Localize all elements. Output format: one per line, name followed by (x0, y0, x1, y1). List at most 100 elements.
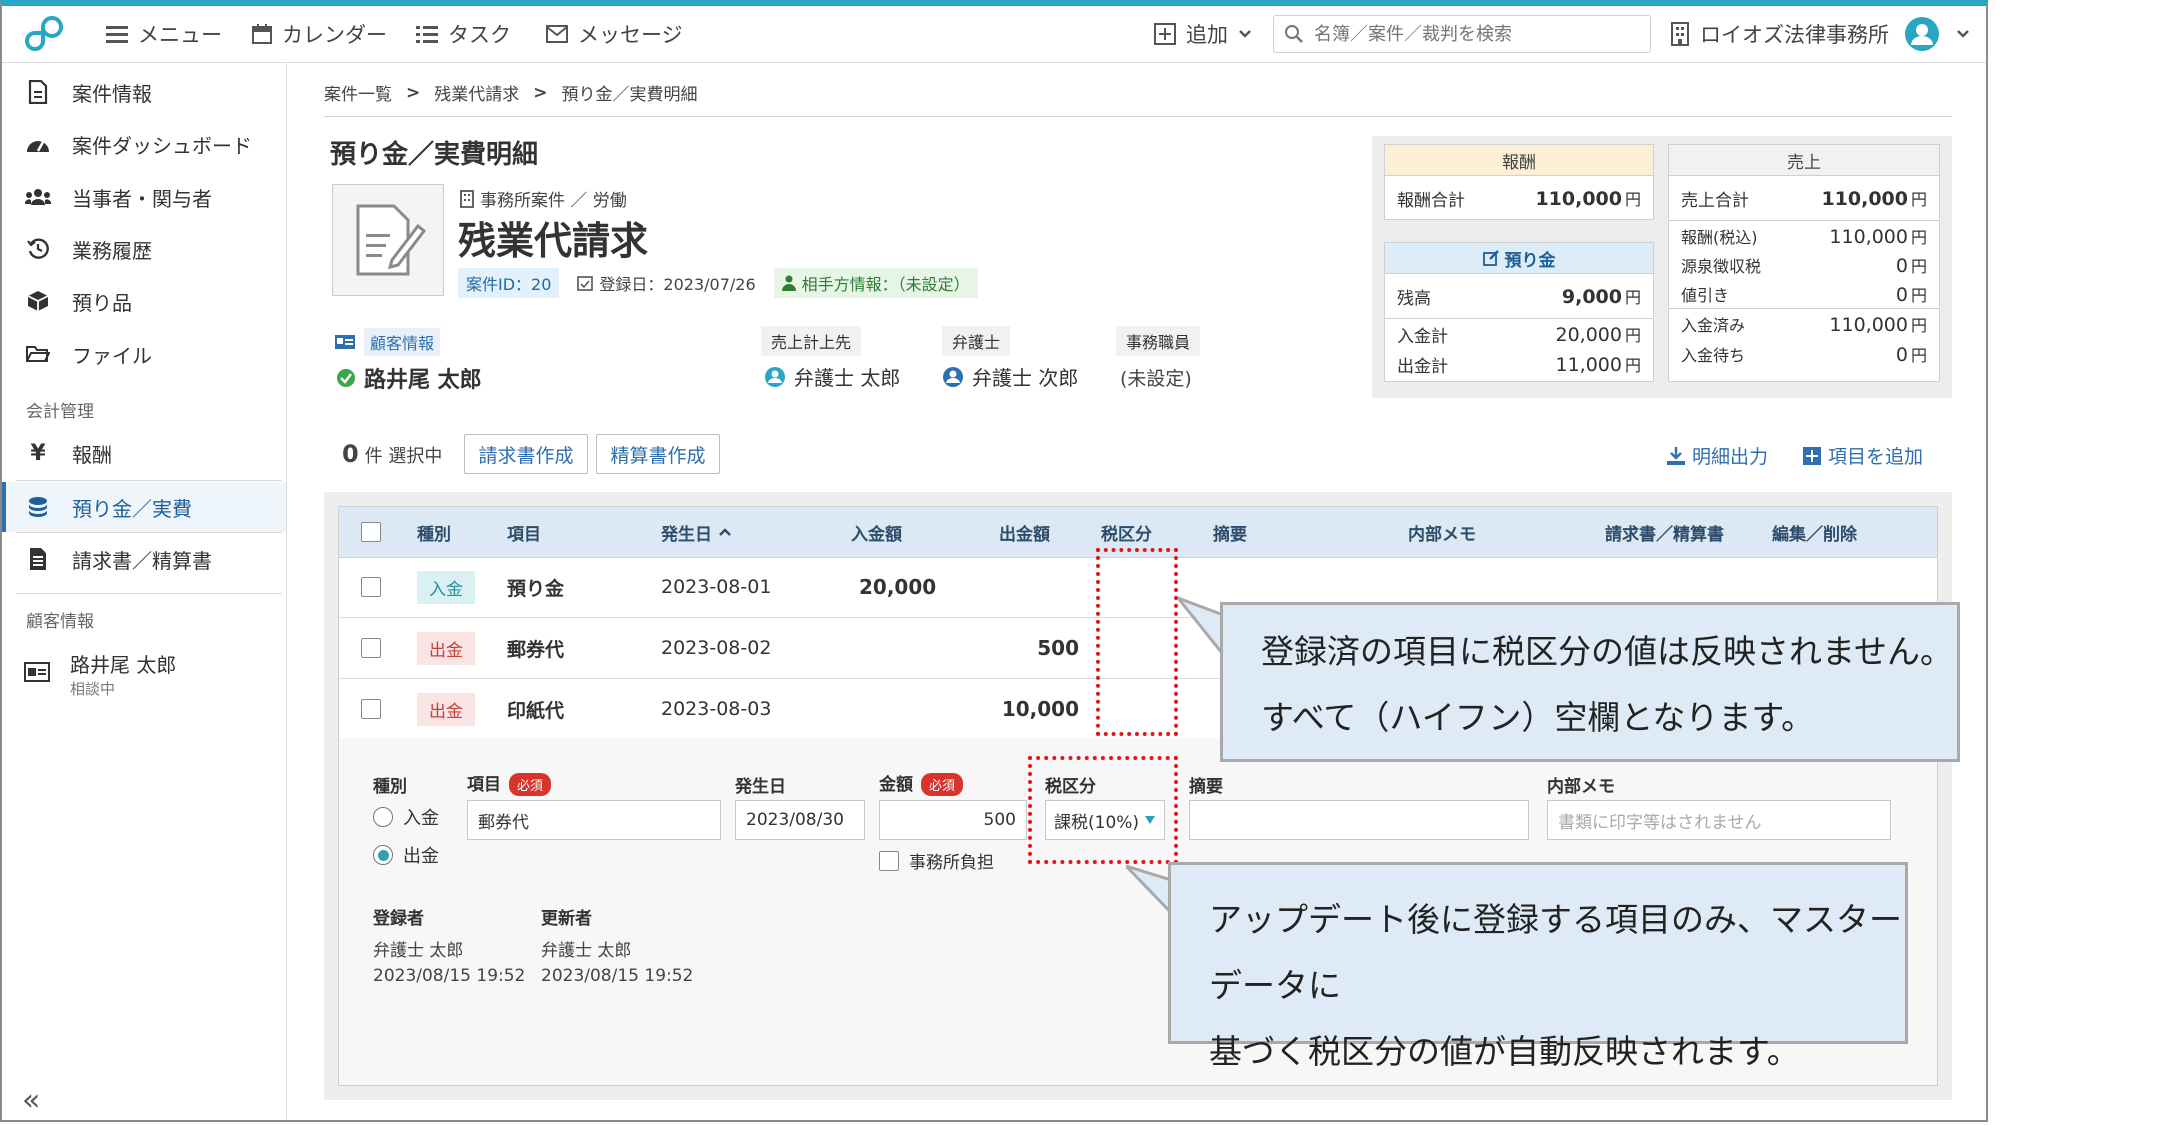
calendar-button[interactable]: カレンダー (252, 6, 387, 62)
user-avatar-icon (1905, 17, 1939, 51)
chevron-down-icon (1239, 30, 1251, 38)
export-button[interactable]: 明細出力 (1666, 442, 1768, 469)
registered-at: 2023/08/15 19:52 (373, 966, 526, 986)
row-checkbox[interactable] (361, 577, 381, 597)
radio-out-control[interactable] (373, 845, 393, 865)
deposit-card: 預り金 残高 9,000 円 入金計 20,000 円 出金計 11,000 円 (1384, 242, 1654, 382)
add-item-button[interactable]: 項目を追加 (1802, 442, 1923, 469)
create-invoice-button[interactable]: 請求書作成 (464, 434, 588, 474)
search-box[interactable] (1273, 15, 1651, 53)
sales-card-head: 売上 (1669, 145, 1939, 176)
search-input[interactable] (1312, 22, 1636, 46)
deposit-card-head: 預り金 (1385, 243, 1653, 274)
memo-input[interactable]: 書類に印字等はされません (1547, 800, 1891, 840)
sales-label: 売上計上先 (761, 326, 862, 356)
date-input[interactable]: 2023/08/30 (735, 800, 865, 840)
required-badge: 必須 (921, 773, 964, 796)
case-category: 事務所案件 ／ 労働 (460, 186, 627, 211)
menu-button[interactable]: メニュー (106, 6, 222, 62)
list-icon (416, 26, 438, 43)
col-edit: 編集／削除 (1772, 524, 1857, 545)
user-menu[interactable] (1904, 6, 1980, 62)
row-checkbox[interactable] (361, 638, 381, 658)
history-icon (24, 238, 52, 260)
client-name-link[interactable]: 路井尾 太郎 (336, 362, 482, 394)
balance: 9,000 (1561, 286, 1622, 308)
create-settlement-button[interactable]: 精算書作成 (596, 434, 720, 474)
edit-icon (1482, 250, 1499, 266)
task-button[interactable]: タスク (416, 6, 511, 62)
hamburger-icon (106, 26, 128, 43)
client-name: 路井尾 太郎 (70, 653, 177, 677)
download-icon (1667, 446, 1685, 465)
building-icon (1671, 22, 1689, 46)
top-bar: メニュー カレンダー タスク メッセージ 追加 ロイオズ法律事務所 (2, 6, 1986, 63)
col-date[interactable]: 発生日 (661, 507, 732, 557)
coins-icon (24, 496, 52, 518)
case-badges: 案件ID：20 登録日：2023/07/26 相手方情報：（未設定） (458, 268, 978, 298)
amount-input[interactable]: 500 (879, 800, 1027, 840)
out-cell: 500 (1037, 636, 1079, 660)
updater: 弁護士 太郎 (541, 941, 632, 961)
amount-label: 金額 必須 (879, 770, 964, 796)
client-status: 相談中 (70, 680, 116, 698)
search-icon (1285, 25, 1303, 43)
type-tag: 入金 (417, 570, 475, 604)
lawyer-label: 弁護士 (942, 326, 1011, 356)
sidebar-client[interactable]: 路井尾 太郎 相談中 (24, 649, 176, 699)
lawyer-assignee[interactable]: 弁護士 次郎 (942, 362, 1078, 391)
office-selector[interactable]: ロイオズ法律事務所 (1670, 6, 1889, 62)
office-burden-checkbox[interactable]: 事務所負担 (879, 848, 994, 873)
sidebar-item-deposit[interactable]: 預り金／実費 (2, 482, 286, 532)
plus-square-icon (1154, 23, 1176, 45)
chevron-right-icon: > (406, 82, 421, 103)
sidebar-item-dashboard[interactable]: 案件ダッシュボード (2, 119, 286, 169)
sidebar-item-fee[interactable]: ¥ 報酬 (2, 428, 286, 478)
summary-label: 摘要 (1189, 777, 1223, 797)
sales-assignee[interactable]: 弁護士 太郎 (764, 362, 900, 391)
col-type: 種別 (417, 524, 451, 545)
type-tag: 出金 (417, 631, 475, 665)
breadcrumb: 案件一覧 > 残業代請求 > 預り金／実費明細 (324, 80, 698, 106)
sidebar-item-files[interactable]: ファイル (2, 329, 286, 379)
row-checkbox[interactable] (361, 699, 381, 719)
invoice-icon (24, 547, 52, 571)
sidebar-item-parties[interactable]: 当事者・関与者 (2, 172, 286, 222)
out-total: 11,000 (1555, 354, 1622, 376)
annotation-callout-new: アップデート後に登録する項目のみ、マスターデータに 基づく税区分の値が自動反映さ… (1168, 862, 1908, 1071)
check-circle-icon (337, 369, 355, 387)
chevron-right-icon: > (533, 82, 548, 103)
radio-in[interactable]: 入金 (373, 804, 439, 830)
registrant: 弁護士 太郎 (373, 941, 464, 961)
calendar-icon (252, 24, 272, 44)
sidebar-item-custody[interactable]: 預り品 (2, 276, 286, 326)
col-document: 請求書／精算書 (1605, 524, 1724, 545)
collapse-sidebar-button[interactable]: « (22, 1083, 40, 1118)
breadcrumb-current: 預り金／実費明細 (561, 85, 698, 105)
app-logo[interactable] (24, 6, 76, 62)
date-label: 発生日 (735, 777, 786, 797)
breadcrumb-case[interactable]: 残業代請求 (434, 80, 519, 105)
opponent-badge[interactable]: 相手方情報：（未設定） (773, 268, 978, 298)
add-button[interactable]: 追加 (1154, 6, 1262, 62)
type-tag: 出金 (417, 692, 475, 726)
breadcrumb-case-list[interactable]: 案件一覧 (324, 80, 392, 105)
annotation-highlight-tax-column (1096, 548, 1178, 736)
date-cell: 2023-08-03 (661, 698, 772, 720)
radio-in-control[interactable] (373, 807, 393, 827)
col-in: 入金額 (851, 524, 902, 545)
type-label: 種別 (373, 777, 407, 797)
summary-input[interactable] (1189, 800, 1529, 840)
office-burden-box[interactable] (879, 850, 899, 871)
sidebar-item-history[interactable]: 業務履歴 (2, 224, 286, 274)
annotation-callout-existing: 登録済の項目に税区分の値は反映されません。 すべて（ハイフン）空欄となります。 (1220, 602, 1960, 762)
required-badge: 必須 (509, 773, 552, 796)
sidebar-item-case-info[interactable]: 案件情報 (2, 67, 286, 117)
yen-icon: ¥ (30, 440, 46, 466)
radio-out[interactable]: 出金 (373, 842, 439, 868)
item-input[interactable]: 郵券代 (467, 800, 721, 840)
item-label: 項目 必須 (467, 770, 552, 796)
sidebar-item-invoice[interactable]: 請求書／精算書 (2, 534, 286, 584)
message-button[interactable]: メッセージ (546, 6, 683, 62)
select-all-checkbox[interactable] (361, 522, 381, 542)
